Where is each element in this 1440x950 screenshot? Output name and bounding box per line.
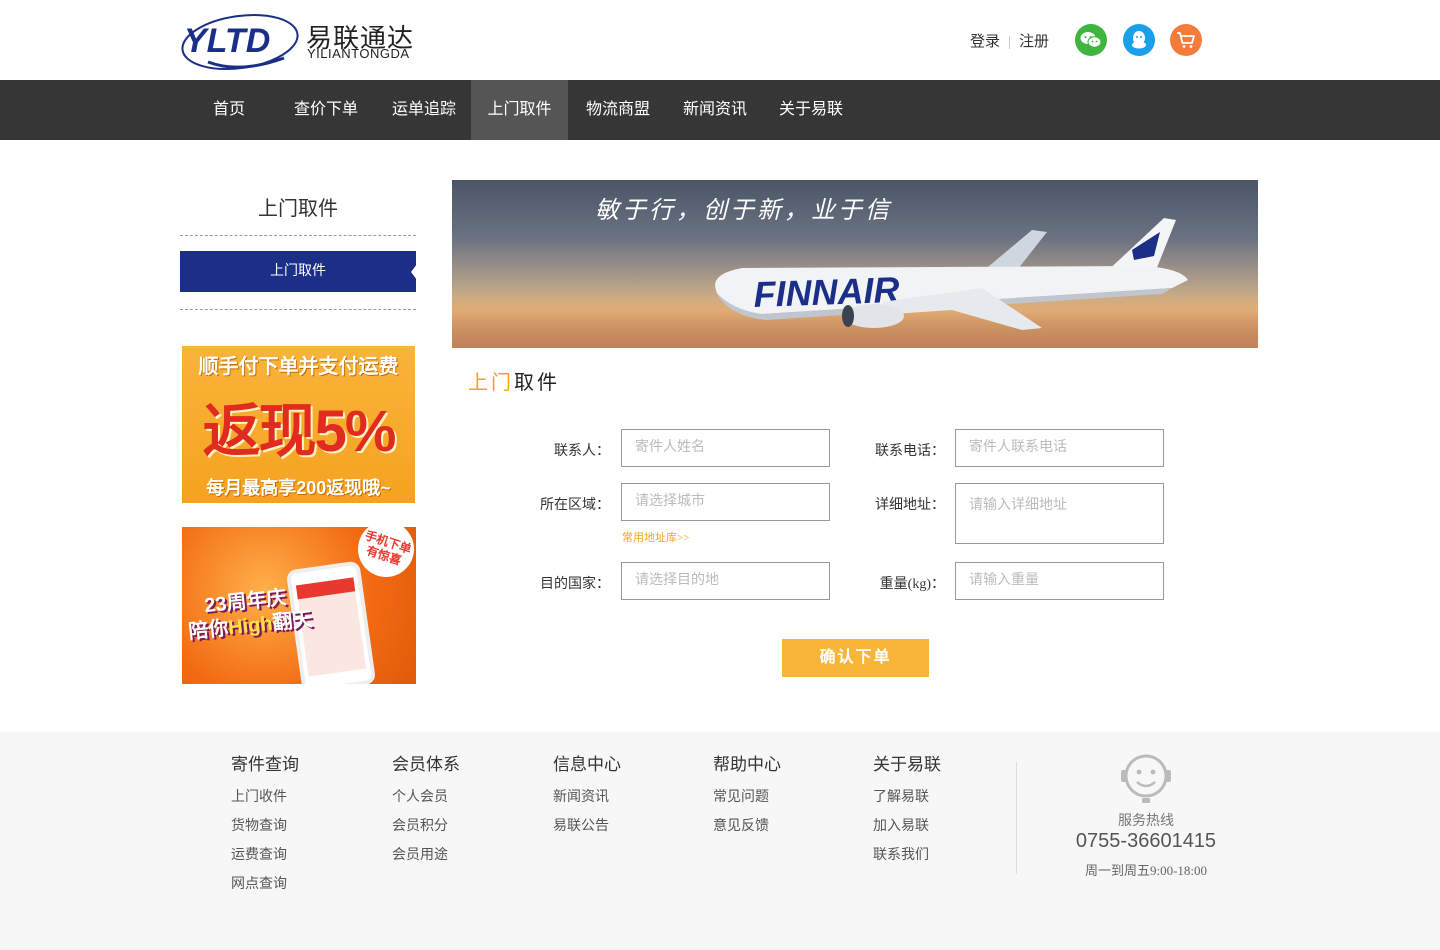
address-label: 详细地址： xyxy=(875,498,945,513)
cart-icon[interactable] xyxy=(1170,24,1202,56)
address-book-link[interactable]: 常用地址库>> xyxy=(622,529,689,545)
promo-cashback-headline: 顺手付下单并支付运费 xyxy=(198,356,399,378)
contact-label: 联系人： xyxy=(554,444,610,459)
footer-link[interactable]: 网点查询 xyxy=(231,875,299,894)
sidebar-title: 上门取件 xyxy=(258,198,338,220)
auth-separator: | xyxy=(1008,34,1012,50)
nav-item-about[interactable]: 关于易联 xyxy=(765,80,857,140)
footer-link[interactable]: 了解易联 xyxy=(873,788,941,807)
footer-heading: 关于易联 xyxy=(873,755,941,774)
site-footer: 寄件查询 上门收件 货物查询 运费查询 网点查询 会员体系 个人会员 会员积分 … xyxy=(0,732,1440,950)
phone-label: 联系电话： xyxy=(875,444,945,459)
auth-links: 登录 | 注册 xyxy=(970,30,1049,51)
footer-heading: 信息中心 xyxy=(553,755,621,774)
city-select-input[interactable] xyxy=(621,483,830,521)
country-label: 目的国家： xyxy=(540,577,610,592)
site-header: YLTD 易联通达 YILIANTONGDA 登录 | 注册 xyxy=(0,0,1440,80)
login-link[interactable]: 登录 xyxy=(970,34,1000,50)
footer-link[interactable]: 加入易联 xyxy=(873,817,941,836)
area-label: 所在区域： xyxy=(540,498,610,513)
nav-item-logistics-alliance[interactable]: 物流商盟 xyxy=(572,80,664,140)
contact-name-input[interactable] xyxy=(621,429,830,467)
confirm-order-button[interactable]: 确认下单 xyxy=(782,639,929,677)
logo-english-name: YILIANTONGDA xyxy=(307,46,410,61)
weight-label: 重量(kg)： xyxy=(879,577,945,592)
footer-heading: 寄件查询 xyxy=(231,755,299,774)
main-nav: 首页 查价下单 运单追踪 上门取件 物流商盟 新闻资讯 关于易联 xyxy=(0,80,1440,140)
weight-input[interactable] xyxy=(955,562,1164,600)
nav-item-home[interactable]: 首页 xyxy=(200,80,258,140)
footer-column-shipping: 寄件查询 上门收件 货物查询 运费查询 网点查询 xyxy=(231,750,299,904)
promo-cashback-amount: 返现5% xyxy=(202,399,397,464)
sidebar-item-pickup[interactable]: 上门取件 xyxy=(180,251,417,292)
contact-phone-input[interactable] xyxy=(955,429,1164,467)
footer-link[interactable]: 新闻资讯 xyxy=(553,788,621,807)
nav-item-pickup[interactable]: 上门取件 xyxy=(471,80,568,140)
footer-column-info: 信息中心 新闻资讯 易联公告 xyxy=(553,750,621,846)
nav-item-tracking[interactable]: 运单追踪 xyxy=(378,80,470,140)
footer-column-about: 关于易联 了解易联 加入易联 联系我们 xyxy=(873,750,941,875)
promo-cashback-note: 每月最高享200返现哦~ xyxy=(206,478,391,498)
hero-banner: 敏于行，创于新，业于信 FINNAIR xyxy=(452,180,1258,348)
footer-link[interactable]: 个人会员 xyxy=(392,788,460,807)
nav-item-price-order[interactable]: 查价下单 xyxy=(280,80,372,140)
footer-link[interactable]: 意见反馈 xyxy=(713,817,781,836)
register-link[interactable]: 注册 xyxy=(1019,34,1049,50)
hotline-hours: 周一到周五9:00-18:00 xyxy=(1084,863,1208,878)
footer-link[interactable]: 联系我们 xyxy=(873,846,941,865)
footer-link[interactable]: 常见问题 xyxy=(713,788,781,807)
customer-service-icon xyxy=(1121,754,1171,803)
hotline-number: 0755-36601415 xyxy=(1075,830,1217,852)
promo-anniversary-banner[interactable]: 手机下单有惊喜 23周年庆 陪你High翻天 xyxy=(182,527,416,684)
footer-divider xyxy=(1016,762,1017,874)
footer-link[interactable]: 易联公告 xyxy=(553,817,621,836)
destination-country-input[interactable] xyxy=(621,562,830,600)
promo-cashback-banner[interactable]: 顺手付下单并支付运费 返现5% 每月最高享200返现哦~ xyxy=(182,346,415,503)
nav-item-news[interactable]: 新闻资讯 xyxy=(669,80,761,140)
qq-icon[interactable] xyxy=(1123,24,1155,56)
sidebar-item-label: 上门取件 xyxy=(270,264,326,279)
active-notch xyxy=(411,264,417,280)
footer-heading: 会员体系 xyxy=(392,755,460,774)
site-logo[interactable]: YLTD 易联通达 YILIANTONGDA xyxy=(180,8,420,72)
airplane-illustration: FINNAIR xyxy=(715,218,1188,330)
footer-column-help: 帮助中心 常见问题 意见反馈 xyxy=(713,750,781,846)
footer-link[interactable]: 上门收件 xyxy=(231,788,299,807)
footer-link[interactable]: 运费查询 xyxy=(231,846,299,865)
footer-heading: 帮助中心 xyxy=(713,755,781,774)
sidebar-divider-bottom xyxy=(180,309,416,310)
footer-link[interactable]: 会员用途 xyxy=(392,846,460,865)
footer-link[interactable]: 会员积分 xyxy=(392,817,460,836)
sidebar-divider-top xyxy=(180,235,416,236)
wechat-icon[interactable] xyxy=(1075,24,1107,56)
footer-link[interactable]: 货物查询 xyxy=(231,817,299,836)
logo-mark-text: YLTD xyxy=(184,22,270,60)
footer-column-membership: 会员体系 个人会员 会员积分 会员用途 xyxy=(392,750,460,875)
section-title: 上门取件 xyxy=(468,372,560,394)
hotline-label: 服务热线 xyxy=(1118,814,1174,829)
detail-address-input[interactable] xyxy=(955,483,1164,544)
yltd-logo-mark: YLTD xyxy=(181,14,299,70)
